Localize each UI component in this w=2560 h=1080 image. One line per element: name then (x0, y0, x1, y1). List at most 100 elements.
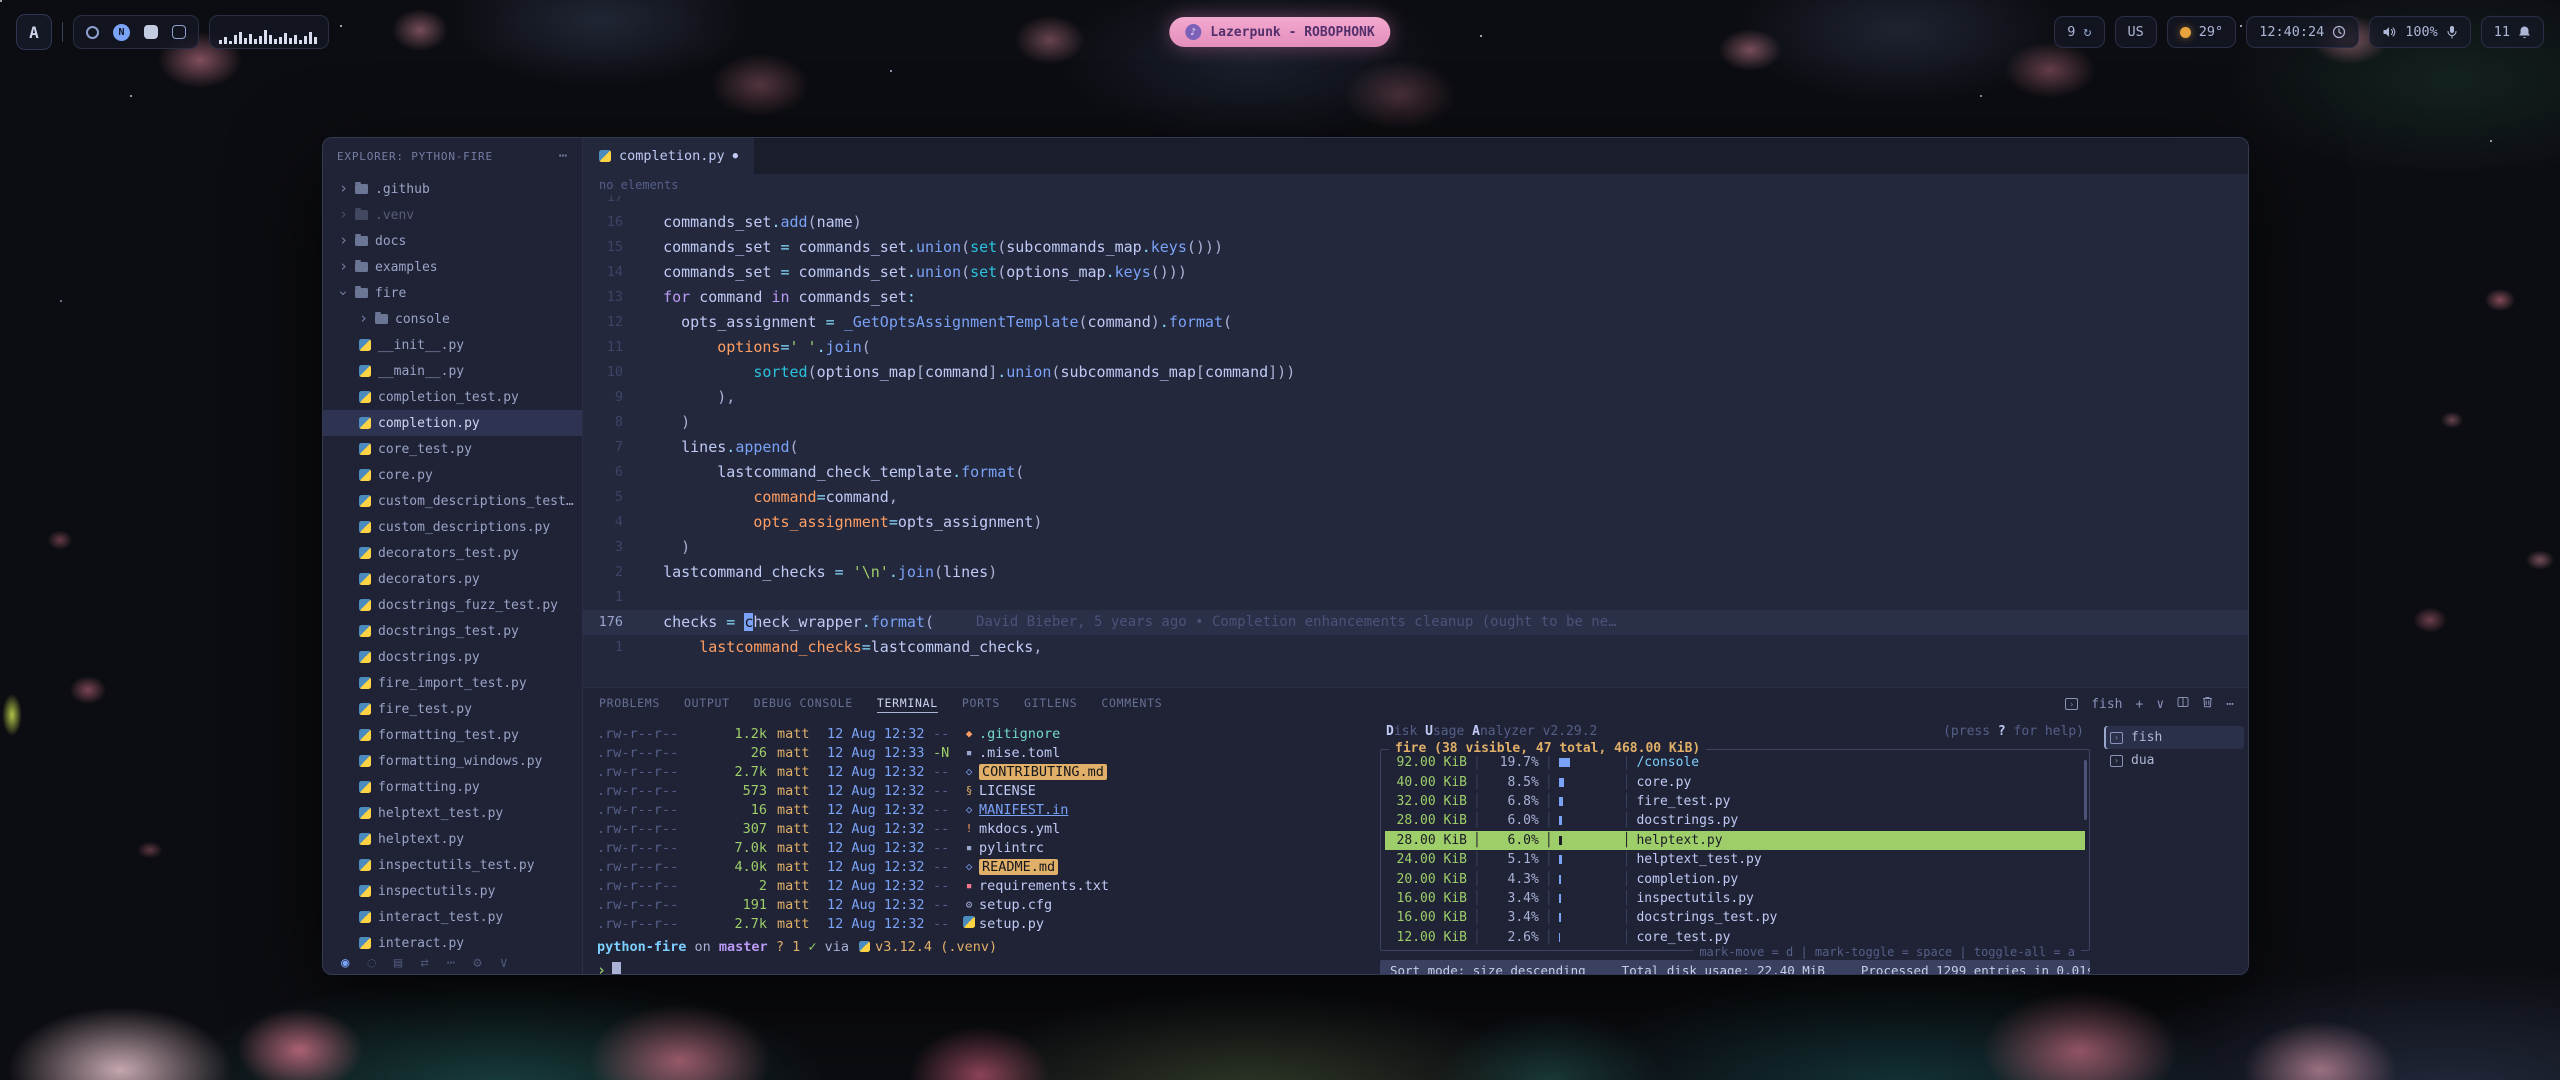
tree-item-core.py[interactable]: core.py (323, 462, 582, 488)
code-line[interactable]: 4 opts_assignment=opts_assignment) (583, 510, 2248, 535)
layout-icon[interactable]: ▤ (394, 955, 402, 971)
dua-row-helptextpy[interactable]: 28.00 KiB│6.0%││helptext.py (1385, 831, 2085, 850)
terminal-dropdown-chevron-icon[interactable]: ∨ (2156, 697, 2164, 712)
tree-item-formatting_test.py[interactable]: formatting_test.py (323, 722, 582, 748)
dua-row-corepy[interactable]: 40.00 KiB│8.5%││core.py (1385, 772, 2085, 791)
terminal-list-item-dua[interactable]: ›dua (2104, 749, 2244, 772)
tree-item-fire_test.py[interactable]: fire_test.py (323, 696, 582, 722)
dua-row-completionpy[interactable]: 20.00 KiB│4.3%││completion.py (1385, 869, 2085, 888)
tree-item-docstrings_fuzz_test.py[interactable]: docstrings_fuzz_test.py (323, 592, 582, 618)
code-line[interactable]: 11 options=' '.join( (583, 335, 2248, 360)
clock-widget[interactable]: 12:40:24 (2246, 16, 2359, 48)
tree-item-completion.py[interactable]: completion.py (323, 410, 582, 436)
code-line[interactable]: 1 lastcommand_checks=lastcommand_checks, (583, 635, 2248, 660)
dua-row-helptext_testpy[interactable]: 24.00 KiB│5.1%││helptext_test.py (1385, 850, 2085, 869)
dua-scrollbar[interactable] (2084, 760, 2087, 820)
code-line[interactable]: 3 ) (583, 535, 2248, 560)
chevron-down-icon[interactable]: ∨ (500, 955, 508, 971)
tree-item-interact_test.py[interactable]: interact_test.py (323, 904, 582, 930)
modified-dot-icon[interactable]: ● (733, 151, 738, 161)
code-line[interactable]: 16 commands_set.add(name) (583, 210, 2248, 235)
code-line[interactable]: 176 checks = check_wrapper.format(David … (583, 610, 2248, 635)
tree-item-custom_descriptions_test[interactable]: custom_descriptions_test… (323, 488, 582, 514)
code-line[interactable]: 1 (583, 585, 2248, 610)
terminal-dua[interactable]: Disk Usage Analyzer v2.29.2 (press ? for… (1372, 720, 2098, 974)
dua-row-docstringspy[interactable]: 28.00 KiB│6.0%││docstrings.py (1385, 811, 2085, 830)
code-line[interactable]: 10 sorted(options_map[command].union(sub… (583, 360, 2248, 385)
panel-more-icon[interactable]: ⋯ (2226, 697, 2234, 712)
weather-widget[interactable]: 29° (2167, 16, 2236, 48)
code-line[interactable]: 15 commands_set = commands_set.union(set… (583, 235, 2248, 260)
code-line[interactable]: 14 commands_set = commands_set.union(set… (583, 260, 2248, 285)
remote-icon[interactable]: ◉ (341, 955, 349, 971)
tree-item-fire_import_test.py[interactable]: fire_import_test.py (323, 670, 582, 696)
tree-item-decorators_test.py[interactable]: decorators_test.py (323, 540, 582, 566)
terminal-list-item-fish[interactable]: ›fish (2104, 726, 2244, 749)
kill-terminal-icon[interactable] (2202, 696, 2213, 712)
tree-item-inspectutils.py[interactable]: inspectutils.py (323, 878, 582, 904)
code-editor[interactable]: 17 """16 commands_set.add(name)15 comman… (583, 196, 2248, 687)
launcher-button[interactable]: A (16, 14, 52, 50)
tree-item-helptext_test.py[interactable]: helptext_test.py (323, 800, 582, 826)
panel-tab-problems[interactable]: PROBLEMS (599, 696, 660, 713)
tree-item-__main__.py[interactable]: __main__.py (323, 358, 582, 384)
panel-tab-debug-console[interactable]: DEBUG CONSOLE (754, 696, 853, 713)
system-graph-widget[interactable] (209, 15, 329, 49)
code-line[interactable]: 2 lastcommand_checks = '\n'.join(lines) (583, 560, 2248, 585)
workspace-indicator-3[interactable] (144, 25, 158, 39)
keyboard-layout-indicator[interactable]: US (2115, 16, 2157, 48)
panel-tab-comments[interactable]: COMMENTS (1101, 696, 1162, 713)
code-line[interactable]: 5 command=command, (583, 485, 2248, 510)
panel-tab-output[interactable]: OUTPUT (684, 696, 730, 713)
dua-row-inspectutilspy[interactable]: 16.00 KiB│3.4%││inspectutils.py (1385, 889, 2085, 908)
tree-item-decorators.py[interactable]: decorators.py (323, 566, 582, 592)
tree-item-formatting_windows.py[interactable]: formatting_windows.py (323, 748, 582, 774)
panel-tab-gitlens[interactable]: GITLENS (1024, 696, 1077, 713)
tree-item-__init__.py[interactable]: __init__.py (323, 332, 582, 358)
tree-item-custom_descriptions.py[interactable]: custom_descriptions.py (323, 514, 582, 540)
sync-icon[interactable]: ⇄ (420, 955, 428, 971)
audio-widget[interactable]: 100% (2369, 16, 2471, 48)
terminal-fish[interactable]: .rw-r--r--1.2kmatt12 Aug 12:32--◆.gitign… (583, 720, 1372, 974)
tree-item-core_test.py[interactable]: core_test.py (323, 436, 582, 462)
code-line[interactable]: 8 ) (583, 410, 2248, 435)
code-line[interactable]: 6 lastcommand_check_template.format( (583, 460, 2248, 485)
split-terminal-icon[interactable] (2177, 696, 2189, 712)
code-line[interactable]: 13 for command in commands_set: (583, 285, 2248, 310)
gear-icon[interactable]: ⚙ (473, 955, 481, 971)
more-icon[interactable]: ⋯ (447, 955, 455, 971)
tree-item-.venv[interactable]: ›.venv (323, 202, 582, 228)
now-playing-widget[interactable]: ♪ Lazerpunk - ROBOPHONK (1169, 17, 1390, 47)
code-line[interactable]: 7 lines.append( (583, 435, 2248, 460)
code-line[interactable]: 12 opts_assignment = _GetOptsAssignmentT… (583, 310, 2248, 335)
dua-row-core_testpy[interactable]: 12.00 KiB│2.6%││core_test.py (1385, 928, 2085, 947)
tree-item-docs[interactable]: ›docs (323, 228, 582, 254)
shell-input-line[interactable]: › (597, 960, 1372, 975)
workspace-indicator-1[interactable] (86, 26, 99, 39)
tree-item-completion_test.py[interactable]: completion_test.py (323, 384, 582, 410)
tree-item-helptext.py[interactable]: helptext.py (323, 826, 582, 852)
tree-item-inspectutils_test.py[interactable]: inspectutils_test.py (323, 852, 582, 878)
panel-tab-ports[interactable]: PORTS (962, 696, 1000, 713)
tree-item-.github[interactable]: ›.github (323, 176, 582, 202)
workspace-indicator-2[interactable]: N (113, 24, 130, 41)
updates-indicator[interactable]: 9 ↻ (2054, 16, 2104, 48)
tree-item-formatting.py[interactable]: formatting.py (323, 774, 582, 800)
tab-completion-py[interactable]: completion.py ● (583, 138, 755, 174)
breadcrumb[interactable]: no elements (583, 174, 2248, 196)
tree-item-docstrings.py[interactable]: docstrings.py (323, 644, 582, 670)
search-icon[interactable]: ◌ (367, 955, 375, 971)
more-actions-icon[interactable]: ⋯ (559, 148, 568, 164)
workspace-indicator-4[interactable] (172, 25, 186, 39)
tree-item-examples[interactable]: ›examples (323, 254, 582, 280)
dua-row-docstrings_testpy[interactable]: 16.00 KiB│3.4%││docstrings_test.py (1385, 908, 2085, 927)
panel-tab-terminal[interactable]: TERMINAL (877, 696, 938, 713)
tree-item-console[interactable]: ›console (323, 306, 582, 332)
code-line[interactable]: 9 ), (583, 385, 2248, 410)
new-terminal-button[interactable]: + (2136, 697, 2144, 712)
tree-item-docstrings_test.py[interactable]: docstrings_test.py (323, 618, 582, 644)
code-line[interactable]: 17 """ (583, 196, 2248, 210)
dua-row-fire_testpy[interactable]: 32.00 KiB│6.8%││fire_test.py (1385, 792, 2085, 811)
notifications-indicator[interactable]: 11 (2481, 16, 2544, 48)
tree-item-interact.py[interactable]: interact.py (323, 930, 582, 956)
